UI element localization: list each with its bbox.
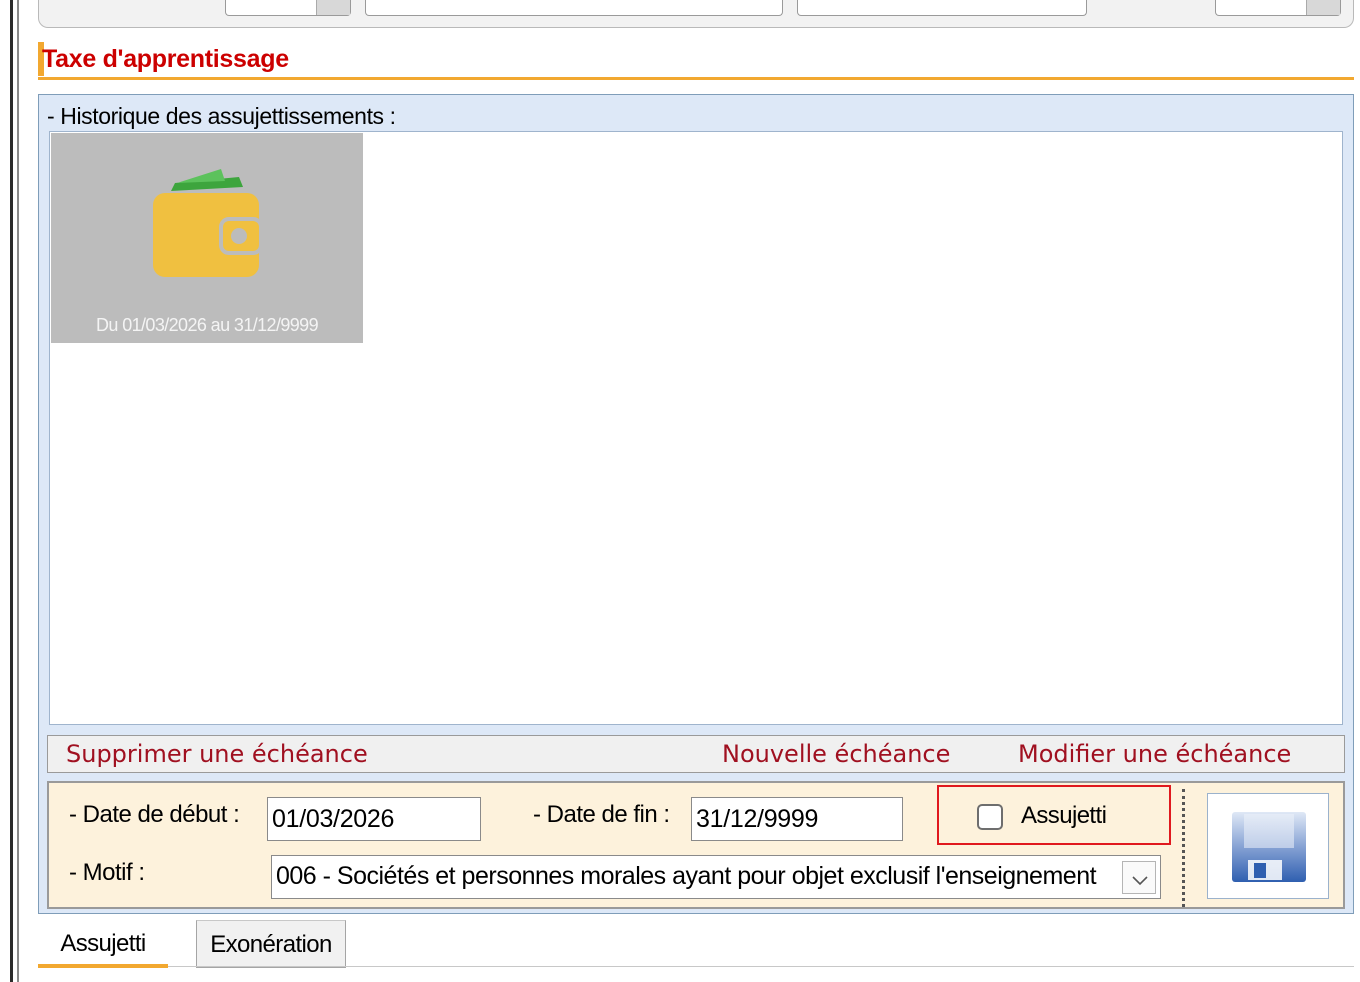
history-label: - Historique des assujettissements : (47, 103, 396, 129)
new-echeance-link[interactable]: Nouvelle échéance (722, 740, 950, 768)
motif-dropdown-button[interactable] (1122, 861, 1156, 894)
motif-select[interactable]: 006 - Sociétés et personnes morales ayan… (271, 855, 1161, 899)
top-field-2[interactable] (365, 0, 783, 16)
tabs-baseline (168, 966, 1354, 967)
actions-bar: Supprimer une échéance Nouvelle échéance… (47, 735, 1345, 773)
history-item-text: Du 01/03/2026 au 31/12/9999 (95, 315, 319, 335)
section-title-bar: Taxe d'apprentissage (38, 42, 1354, 80)
history-item[interactable]: Du 01/03/2026 au 31/12/9999 (51, 133, 363, 343)
motif-select-value: 006 - Sociétés et personnes morales ayan… (276, 862, 1097, 890)
edit-echeance-link[interactable]: Modifier une échéance (1018, 740, 1291, 768)
echeance-form: - Date de début : - Date de fin : Assuje… (47, 781, 1345, 909)
chevron-down-icon (1132, 876, 1148, 886)
save-button[interactable] (1207, 793, 1329, 899)
history-list: Du 01/03/2026 au 31/12/9999 (49, 131, 1343, 725)
start-date-input[interactable] (267, 797, 481, 841)
top-field-3[interactable] (797, 0, 1087, 16)
wallet-icon (153, 169, 263, 277)
assujetti-checkbox-label: Assujetti (1021, 802, 1107, 829)
top-toolbar-strip (38, 0, 1354, 28)
history-panel: - Historique des assujettissements : Du … (38, 94, 1354, 914)
tab-exoneration[interactable]: Exonération (196, 920, 346, 968)
assujetti-highlight-box: Assujetti (937, 785, 1171, 845)
assujetti-checkbox[interactable] (977, 804, 1003, 830)
end-date-label: - Date de fin : (533, 801, 670, 828)
end-date-input[interactable] (691, 797, 903, 841)
window-left-border (17, 0, 19, 982)
floppy-disk-icon (1232, 812, 1306, 882)
page-title: Taxe d'apprentissage (42, 45, 289, 73)
tab-assujetti[interactable]: Assujetti (38, 920, 168, 968)
delete-echeance-link[interactable]: Supprimer une échéance (66, 740, 368, 768)
top-combo-4[interactable] (1215, 0, 1341, 16)
window-left-edge (10, 0, 13, 982)
motif-label: - Motif : (69, 859, 145, 886)
start-date-label: - Date de début : (69, 801, 240, 828)
form-separator (1182, 789, 1185, 907)
top-combo-1[interactable] (225, 0, 351, 16)
